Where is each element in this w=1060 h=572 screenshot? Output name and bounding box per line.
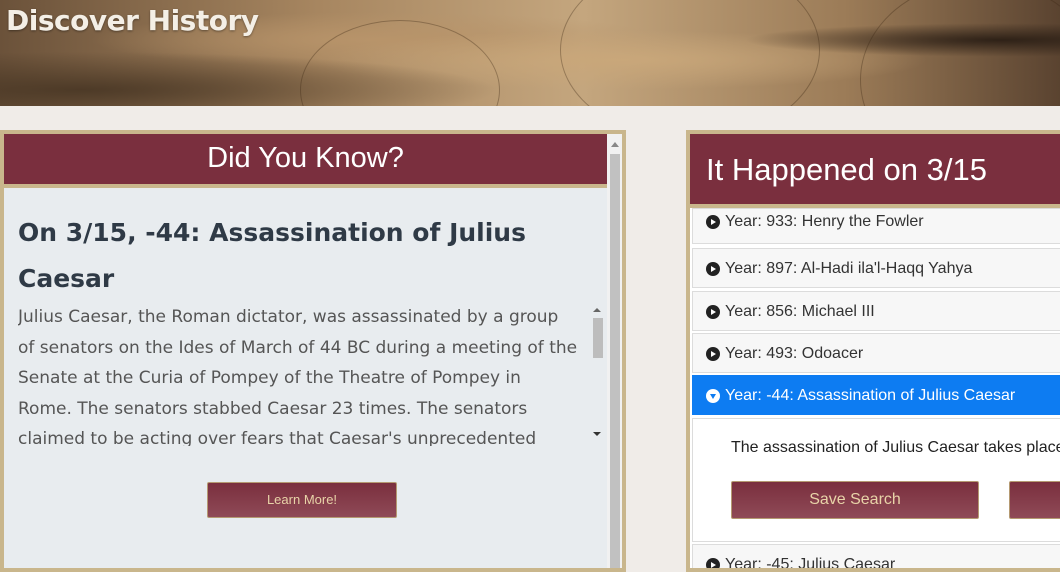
- chevron-down-circle-icon: [706, 389, 720, 403]
- fact-body-container: Julius Caesar, the Roman dictator, was a…: [18, 302, 604, 446]
- accordion-item-label: Year: 493: Odoacer: [725, 345, 864, 362]
- accordion-item[interactable]: Year: 897: Al-Hadi ila'l-Haqq Yahya: [692, 248, 1060, 288]
- it-happened-panel: It Happened on 3/15 Year: 933: Henry the…: [686, 130, 1060, 572]
- map-decoration: [560, 0, 820, 106]
- secondary-action-button[interactable]: [1009, 481, 1060, 519]
- panel-scrollbar[interactable]: [607, 134, 622, 568]
- expanded-description: The assassination of Julius Caesar takes…: [731, 439, 1060, 456]
- accordion-item[interactable]: Year: 493: Odoacer: [692, 333, 1060, 373]
- accordion-item-label: Year: 856: Michael III: [725, 303, 875, 320]
- scroll-up-arrow-icon[interactable]: [593, 308, 601, 312]
- did-you-know-panel: Did You Know? On 3/15, -44: Assassinatio…: [0, 130, 626, 572]
- scrollbar-thumb[interactable]: [610, 154, 620, 568]
- header-banner: Discover History: [0, 0, 1060, 106]
- accordion-item[interactable]: Year: 856: Michael III: [692, 291, 1060, 331]
- fact-body-text: Julius Caesar, the Roman dictator, was a…: [18, 307, 578, 446]
- save-search-button[interactable]: Save Search: [731, 481, 979, 519]
- scrollbar-thumb[interactable]: [593, 318, 603, 358]
- fact-title: On 3/15, -44: Assassination of Julius Ca…: [18, 218, 526, 293]
- chevron-right-circle-icon: [706, 262, 720, 276]
- map-decoration: [860, 0, 1060, 106]
- chevron-right-circle-icon: [706, 558, 720, 568]
- chevron-right-circle-icon: [706, 305, 720, 319]
- fact-scrollbar[interactable]: [590, 302, 604, 446]
- site-title[interactable]: Discover History: [6, 4, 259, 37]
- accordion-item-label: Year: -44: Assassination of Julius Caesa…: [725, 387, 1016, 404]
- accordion-item[interactable]: Year: -45: Julius Caesar: [692, 544, 1060, 572]
- map-decoration: [300, 20, 500, 106]
- did-you-know-heading: Did You Know?: [4, 134, 607, 188]
- accordion-item[interactable]: Year: 933: Henry the Fowler: [692, 208, 1060, 244]
- learn-more-button[interactable]: Learn More!: [207, 482, 397, 518]
- accordion-item-label: Year: -45: Julius Caesar: [725, 556, 896, 572]
- accordion-item-active[interactable]: Year: -44: Assassination of Julius Caesa…: [692, 375, 1060, 415]
- it-happened-heading: It Happened on 3/15: [690, 134, 1060, 208]
- accordion-item-label: Year: 933: Henry the Fowler: [725, 213, 924, 230]
- accordion-item-label: Year: 897: Al-Hadi ila'l-Haqq Yahya: [725, 260, 973, 277]
- chevron-right-circle-icon: [706, 347, 720, 361]
- accordion-content: The assassination of Julius Caesar takes…: [692, 418, 1060, 542]
- scroll-down-arrow-icon[interactable]: [593, 432, 601, 436]
- scroll-up-arrow-icon[interactable]: [611, 142, 619, 147]
- chevron-right-circle-icon: [706, 215, 720, 229]
